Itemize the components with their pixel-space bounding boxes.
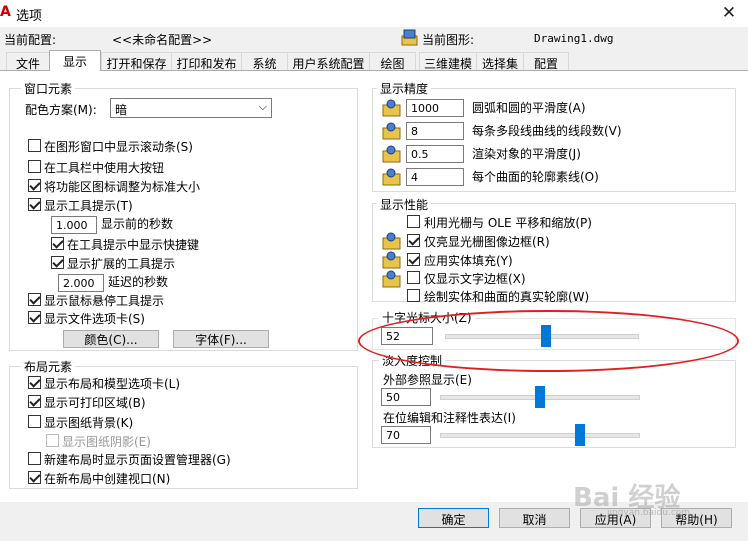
create-viewport-label: 在新布局中创建视口(N) xyxy=(44,472,171,486)
polyline-segments-input[interactable]: 8 xyxy=(406,122,464,140)
tab-plot-publish[interactable]: 打印和发布 xyxy=(171,52,242,71)
polyline-segments-label: 每条多段线曲线的线段数(V) xyxy=(472,124,622,138)
highlight-raster-label: 仅亮显光栅图像边框(R) xyxy=(424,235,550,249)
show-tooltips-label: 显示工具提示(T) xyxy=(44,199,133,213)
inplace-fade-track xyxy=(440,433,640,438)
resize-ribbon-icons-label: 将功能区图标调整为标准大小 xyxy=(44,180,201,194)
tab-3d-modeling[interactable]: 三维建模 xyxy=(419,52,477,71)
solid-fill-label: 应用实体填充(Y) xyxy=(424,254,513,268)
create-viewport-checkbox[interactable] xyxy=(28,471,41,484)
color-scheme-select[interactable]: 暗 ⌵ xyxy=(110,98,272,118)
show-tooltips-checkbox[interactable] xyxy=(28,198,41,211)
render-smoothness-label: 渲染对象的平滑度(J) xyxy=(472,147,581,161)
render-smoothness-icon xyxy=(382,145,401,163)
color-scheme-value: 暗 xyxy=(115,103,128,117)
show-scrollbars-checkbox[interactable] xyxy=(28,139,41,152)
display-performance-title: 显示性能 xyxy=(377,196,432,213)
cancel-button[interactable]: 取消 xyxy=(499,508,570,528)
window-elements-title: 窗口元素 xyxy=(21,80,76,97)
show-scrollbars-label: 在图形窗口中显示滚动条(S) xyxy=(44,140,193,154)
large-buttons-checkbox[interactable] xyxy=(28,160,41,173)
true-silhouettes-checkbox[interactable] xyxy=(407,289,420,302)
tab-files[interactable]: 文件 xyxy=(6,52,50,71)
paper-shadow-checkbox xyxy=(46,434,59,447)
file-tabs-checkbox[interactable] xyxy=(28,311,41,324)
extended-delay-input[interactable]: 2.000 xyxy=(58,274,104,292)
inplace-fade-slider[interactable] xyxy=(575,424,585,446)
ok-button[interactable]: 确定 xyxy=(418,508,489,528)
chevron-down-icon: ⌵ xyxy=(258,100,267,113)
file-tabs-label: 显示文件选项卡(S) xyxy=(44,312,145,326)
rollover-tooltips-label: 显示鼠标悬停工具提示 xyxy=(44,294,165,308)
text-frame-icon xyxy=(382,270,401,288)
close-icon[interactable]: ✕ xyxy=(712,1,746,25)
page-setup-manager-checkbox[interactable] xyxy=(28,452,41,465)
rollover-tooltips-checkbox[interactable] xyxy=(28,293,41,306)
title-bar xyxy=(0,0,748,27)
page-setup-manager-label: 新建布局时显示页面设置管理器(G) xyxy=(44,453,231,467)
annotation-ellipse xyxy=(358,310,739,372)
tab-profiles[interactable]: 配置 xyxy=(523,52,569,71)
polyline-segments-icon xyxy=(382,122,401,140)
window-title: 选项 xyxy=(16,9,43,24)
inplace-fade-input[interactable]: 70 xyxy=(381,426,431,444)
paper-background-checkbox[interactable] xyxy=(28,415,41,428)
autocad-logo-icon: A xyxy=(0,4,11,20)
current-drawing-label: 当前图形: xyxy=(422,33,475,47)
tooltip-delay-input[interactable]: 1.000 xyxy=(51,216,97,234)
tab-drafting[interactable]: 绘图 xyxy=(369,52,416,71)
shortcut-keys-checkbox[interactable] xyxy=(51,237,64,250)
raster-ole-checkbox[interactable] xyxy=(407,215,420,228)
extended-delay-label: 延迟的秒数 xyxy=(108,275,169,289)
arc-smoothness-input[interactable]: 1000 xyxy=(406,99,464,117)
contour-lines-icon xyxy=(382,168,401,186)
layout-model-tabs-checkbox[interactable] xyxy=(28,376,41,389)
raster-ole-label: 利用光栅与 OLE 平移和缩放(P) xyxy=(424,216,592,230)
color-scheme-label: 配色方案(M): xyxy=(25,103,97,117)
current-drawing-value: Drawing1.dwg xyxy=(534,32,614,45)
printable-area-label: 显示可打印区域(B) xyxy=(44,396,146,410)
tooltip-delay-label: 显示前的秒数 xyxy=(101,217,174,231)
layout-elements-title: 布局元素 xyxy=(21,358,76,375)
baidu-watermark-url: jingyan.baidu.com xyxy=(607,508,691,518)
arc-smoothness-label: 圆弧和圆的平滑度(A) xyxy=(472,101,586,115)
current-profile-label: 当前配置: xyxy=(4,33,57,47)
layout-model-tabs-label: 显示布局和模型选项卡(L) xyxy=(44,377,181,391)
extended-tooltips-label: 显示扩展的工具提示 xyxy=(67,257,176,271)
inplace-fade-label: 在位编辑和注释性表达(I) xyxy=(383,411,516,425)
arc-smoothness-icon xyxy=(382,99,401,117)
printable-area-checkbox[interactable] xyxy=(28,395,41,408)
render-smoothness-input[interactable]: 0.5 xyxy=(406,145,464,163)
tab-system[interactable]: 系统 xyxy=(241,52,288,71)
resize-ribbon-icons-checkbox[interactable] xyxy=(28,179,41,192)
colors-button[interactable]: 颜色(C)... xyxy=(63,330,159,348)
paper-background-label: 显示图纸背景(K) xyxy=(44,416,134,430)
tab-selection[interactable]: 选择集 xyxy=(476,52,524,71)
text-frame-label: 仅显示文字边框(X) xyxy=(424,272,526,286)
fonts-button[interactable]: 字体(F)... xyxy=(173,330,269,348)
extended-tooltips-checkbox[interactable] xyxy=(51,256,64,269)
solid-fill-checkbox[interactable] xyxy=(407,253,420,266)
solid-fill-icon xyxy=(382,251,401,269)
drawing-file-icon xyxy=(401,29,418,46)
contour-lines-label: 每个曲面的轮廓素线(O) xyxy=(472,170,599,184)
true-silhouettes-label: 绘制实体和曲面的真实轮廓(W) xyxy=(424,290,590,304)
raster-frame-icon xyxy=(382,232,401,250)
tab-user-preferences[interactable]: 用户系统配置 xyxy=(287,52,370,71)
contour-lines-input[interactable]: 4 xyxy=(406,168,464,186)
xref-fade-label: 外部参照显示(E) xyxy=(383,373,472,387)
paper-shadow-label: 显示图纸阴影(E) xyxy=(62,435,151,449)
xref-fade-input[interactable]: 50 xyxy=(381,388,431,406)
current-profile-value: <<未命名配置>> xyxy=(112,33,213,47)
tab-display[interactable]: 显示 xyxy=(49,50,101,71)
highlight-raster-checkbox[interactable] xyxy=(407,234,420,247)
shortcut-keys-label: 在工具提示中显示快捷键 xyxy=(67,238,200,252)
text-frame-checkbox[interactable] xyxy=(407,271,420,284)
xref-fade-slider[interactable] xyxy=(535,386,545,408)
large-buttons-label: 在工具栏中使用大按钮 xyxy=(44,161,165,175)
display-resolution-title: 显示精度 xyxy=(377,80,432,97)
tab-open-save[interactable]: 打开和保存 xyxy=(101,52,172,71)
